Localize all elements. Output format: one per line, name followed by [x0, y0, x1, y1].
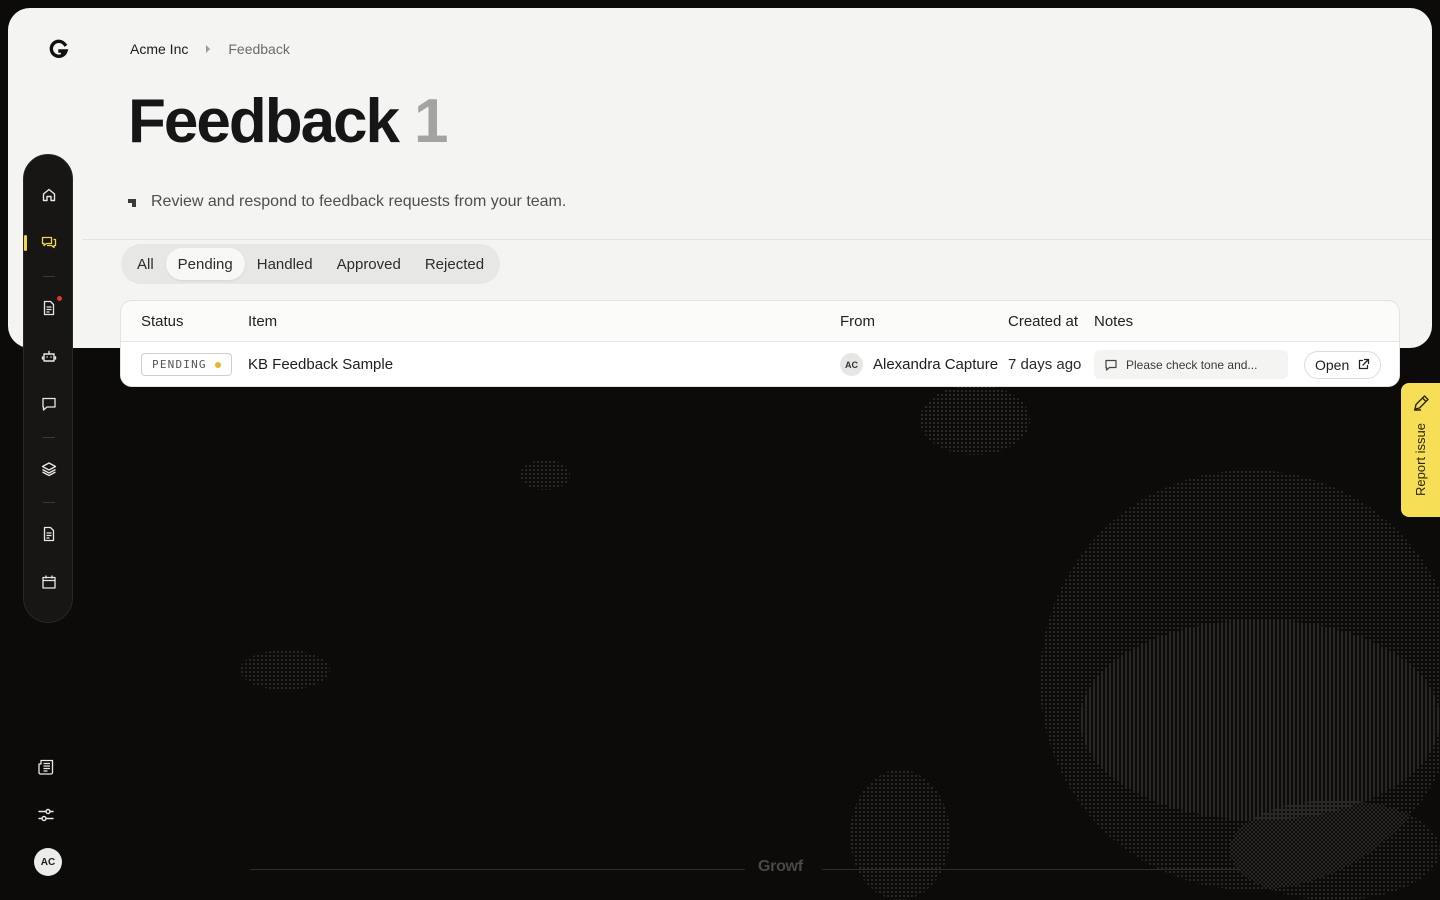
divider — [82, 239, 1432, 240]
document-icon — [43, 300, 55, 316]
sidebar-separator — [43, 437, 55, 438]
sidebar-item-files[interactable] — [39, 524, 59, 544]
pencil-icon — [1413, 395, 1429, 411]
layers-icon — [41, 462, 57, 477]
column-header-from[interactable]: From — [840, 301, 875, 341]
active-indicator — [24, 235, 27, 251]
background-texture — [1230, 800, 1440, 900]
sidebar-item-bots[interactable] — [39, 346, 59, 366]
home-icon — [42, 188, 56, 202]
corner-mark-icon — [128, 198, 137, 207]
column-header-created[interactable]: Created at — [1008, 301, 1078, 341]
note-preview[interactable]: Please check tone and... — [1094, 350, 1288, 379]
report-issue-label: Report issue — [1413, 423, 1428, 496]
sidebar-separator — [43, 502, 55, 503]
external-link-icon — [1359, 358, 1370, 370]
filter-tabs: All Pending Handled Approved Rejected — [121, 244, 501, 284]
filter-tab-rejected[interactable]: Rejected — [413, 248, 496, 280]
avatar: AC — [840, 353, 863, 376]
background-texture — [240, 650, 330, 690]
action-cell: Open — [1304, 342, 1382, 386]
column-header-status[interactable]: Status — [141, 301, 184, 341]
note-text: Please check tone and... — [1126, 357, 1258, 372]
column-header-item[interactable]: Item — [248, 301, 277, 341]
file-icon — [43, 526, 55, 542]
sidebar-item-calendar[interactable] — [39, 572, 59, 592]
news-icon — [38, 759, 54, 775]
filter-tab-pending[interactable]: Pending — [165, 248, 245, 280]
sidebar-item-messages[interactable] — [39, 394, 59, 414]
chevron-right-icon — [206, 45, 211, 53]
filter-tab-approved[interactable]: Approved — [325, 248, 413, 280]
notification-dot — [57, 296, 62, 301]
sidebar-nav — [23, 154, 73, 623]
pending-dot-icon — [214, 361, 221, 368]
table-row[interactable]: PENDING KB Feedback Sample AC Alexandra … — [121, 342, 1399, 386]
breadcrumb-org[interactable]: Acme Inc — [130, 41, 188, 57]
settings-icon — [38, 808, 54, 822]
open-button[interactable]: Open — [1304, 350, 1382, 379]
open-button-label: Open — [1315, 356, 1350, 373]
page-title-text: Feedback — [128, 87, 400, 156]
page-title-count: 1 — [414, 87, 449, 156]
sidebar-item-documents[interactable] — [39, 296, 62, 318]
app-logo[interactable] — [48, 38, 70, 60]
filter-tab-handled[interactable]: Handled — [245, 248, 325, 280]
main-panel: Acme Inc Feedback Feedback 1 Review and … — [8, 8, 1432, 348]
from-cell: AC Alexandra Capture — [840, 342, 999, 386]
sidebar-item-layers[interactable] — [39, 459, 59, 479]
feedback-table: Status Item From Created at Notes PENDIN… — [120, 300, 1400, 387]
background-texture — [1080, 620, 1440, 820]
status-label: PENDING — [152, 358, 207, 371]
from-name: Alexandra Capture — [873, 356, 999, 373]
status-cell: PENDING — [141, 342, 232, 386]
comment-icon — [1105, 359, 1117, 371]
feedback-icon — [41, 236, 57, 249]
table-header: Status Item From Created at Notes — [121, 301, 1399, 342]
page-description-text: Review and respond to feedback requests … — [151, 193, 567, 210]
status-badge: PENDING — [141, 353, 232, 376]
sidebar-item-home[interactable] — [39, 185, 59, 205]
report-issue-tab[interactable]: Report issue — [1401, 383, 1440, 517]
chat-icon — [42, 397, 56, 411]
column-header-notes[interactable]: Notes — [1094, 301, 1133, 341]
breadcrumb-current: Feedback — [228, 41, 290, 57]
item-name[interactable]: KB Feedback Sample — [248, 342, 393, 386]
sidebar-item-feedback[interactable] — [39, 233, 59, 253]
user-avatar[interactable]: AC — [34, 848, 62, 876]
filter-tab-all[interactable]: All — [125, 248, 166, 280]
settings-button[interactable] — [37, 806, 57, 826]
news-button[interactable] — [37, 758, 57, 778]
sidebar-separator — [43, 276, 55, 277]
bot-icon — [41, 350, 57, 362]
background-texture — [920, 385, 1030, 455]
footer-divider — [250, 869, 745, 870]
page-description: Review and respond to feedback requests … — [128, 193, 566, 211]
created-at: 7 days ago — [1008, 356, 1082, 373]
breadcrumb: Acme Inc Feedback — [130, 41, 290, 57]
footer-divider — [822, 869, 1240, 870]
footer-brand: Growf — [758, 858, 803, 875]
background-texture — [850, 770, 950, 900]
calendar-icon — [42, 575, 56, 589]
notes-cell: Please check tone and... — [1094, 342, 1288, 386]
page-title: Feedback 1 — [128, 86, 449, 157]
background-texture — [520, 460, 570, 490]
